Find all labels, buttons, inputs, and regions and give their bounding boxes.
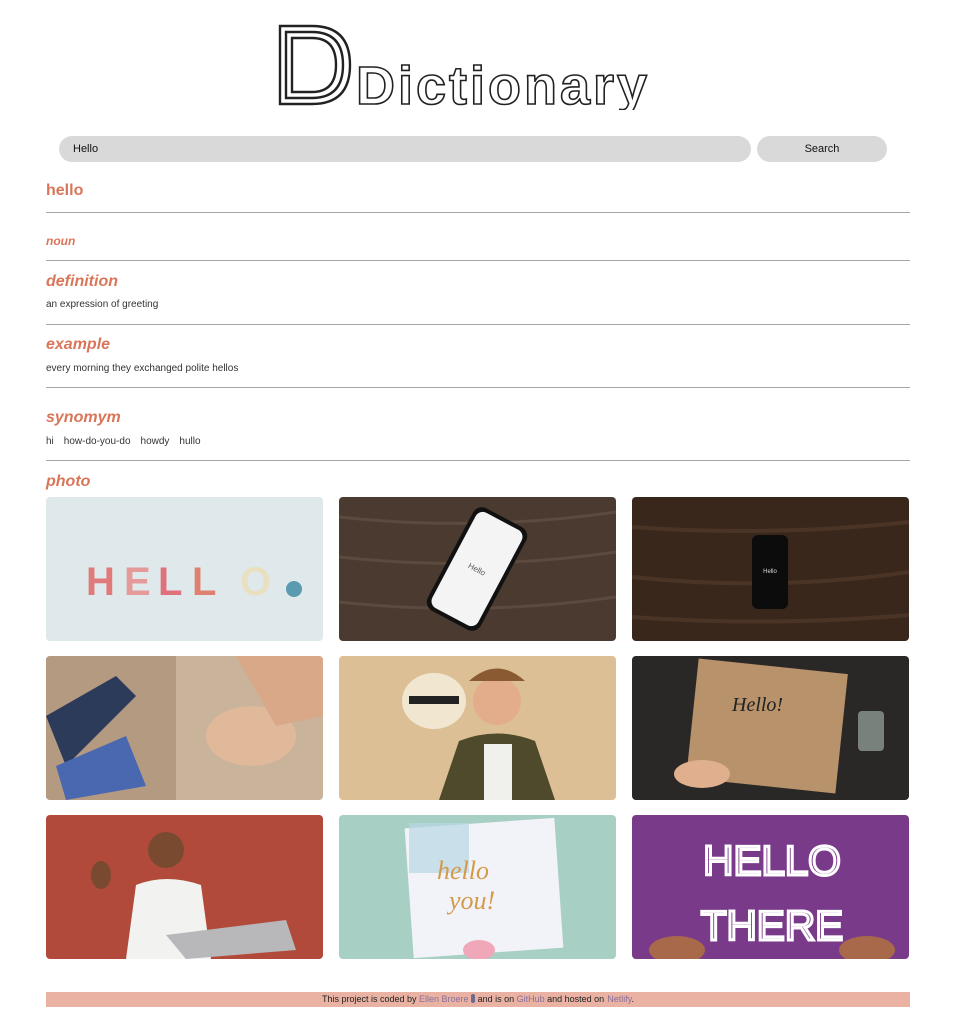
definition-heading: definition bbox=[46, 273, 118, 290]
search-input[interactable] bbox=[59, 136, 751, 162]
synonym-list: hi how-do-you-do howdy hullo bbox=[46, 436, 201, 447]
search-bar: Search bbox=[59, 136, 887, 162]
photo-heading: photo bbox=[46, 473, 91, 490]
synonym-heading: synomym bbox=[46, 409, 121, 426]
svg-text:Hello: Hello bbox=[763, 569, 777, 575]
divider bbox=[46, 212, 910, 213]
divider bbox=[46, 460, 910, 461]
photo-phone-dark[interactable]: Hello bbox=[632, 497, 909, 641]
photo-phone-hello[interactable]: Hello bbox=[339, 497, 616, 641]
divider bbox=[46, 260, 910, 261]
svg-text:HELLO: HELLO bbox=[703, 837, 841, 884]
photo-handshake[interactable] bbox=[46, 656, 323, 800]
footer-hosted: and hosted on bbox=[547, 994, 605, 1004]
divider bbox=[46, 387, 910, 388]
logo-graphic: Dictionary bbox=[278, 24, 650, 110]
svg-text:E: E bbox=[124, 560, 157, 604]
example-heading: example bbox=[46, 336, 111, 353]
search-button[interactable]: Search bbox=[757, 136, 887, 162]
footer-suffix: . bbox=[631, 994, 635, 1004]
author-link[interactable]: Ellen Broere bbox=[419, 994, 469, 1004]
footer: This project is coded by Ellen Broere an… bbox=[46, 992, 910, 1007]
divider bbox=[46, 324, 910, 325]
svg-text:L: L bbox=[192, 560, 222, 604]
part-of-speech: noun bbox=[46, 234, 76, 248]
synonym-item: hi bbox=[46, 436, 54, 447]
synonym-item: how-do-you-do bbox=[63, 436, 131, 447]
photo-hello-letters[interactable]: H E L L O bbox=[46, 497, 323, 641]
svg-text:THERE: THERE bbox=[701, 902, 843, 949]
github-link[interactable]: GitHub bbox=[517, 994, 545, 1004]
photo-man-hat[interactable] bbox=[339, 656, 616, 800]
logo-text: Dictionary bbox=[356, 56, 650, 110]
logo: Dictionary bbox=[276, 20, 682, 110]
photo-hello-lettering[interactable]: Hello! bbox=[632, 656, 909, 800]
svg-text:you!: you! bbox=[446, 886, 495, 915]
example-text: every morning they exchanged polite hell… bbox=[46, 363, 239, 374]
person-icon bbox=[471, 994, 476, 1003]
synonym-item: howdy bbox=[140, 436, 170, 447]
footer-middle: and is on bbox=[477, 994, 515, 1004]
svg-text:H: H bbox=[86, 560, 121, 604]
svg-text:O: O bbox=[240, 560, 277, 604]
photo-hello-there-neon[interactable]: HELLO THERE bbox=[632, 815, 909, 959]
result-word: hello bbox=[46, 182, 84, 199]
photo-hello-you-card[interactable]: hello you! bbox=[339, 815, 616, 959]
photo-man-waving[interactable] bbox=[46, 815, 323, 959]
svg-text:L: L bbox=[158, 560, 188, 604]
netlify-link[interactable]: Netlify bbox=[607, 994, 631, 1004]
definition-text: an expression of greeting bbox=[46, 299, 159, 310]
photo-grid: H E L L O Hello Hello Hello! hello you! … bbox=[46, 497, 910, 959]
svg-text:Hello!: Hello! bbox=[731, 694, 783, 716]
synonym-item: hullo bbox=[179, 436, 201, 447]
footer-prefix: This project is coded by bbox=[321, 994, 417, 1004]
svg-text:hello: hello bbox=[437, 856, 489, 885]
